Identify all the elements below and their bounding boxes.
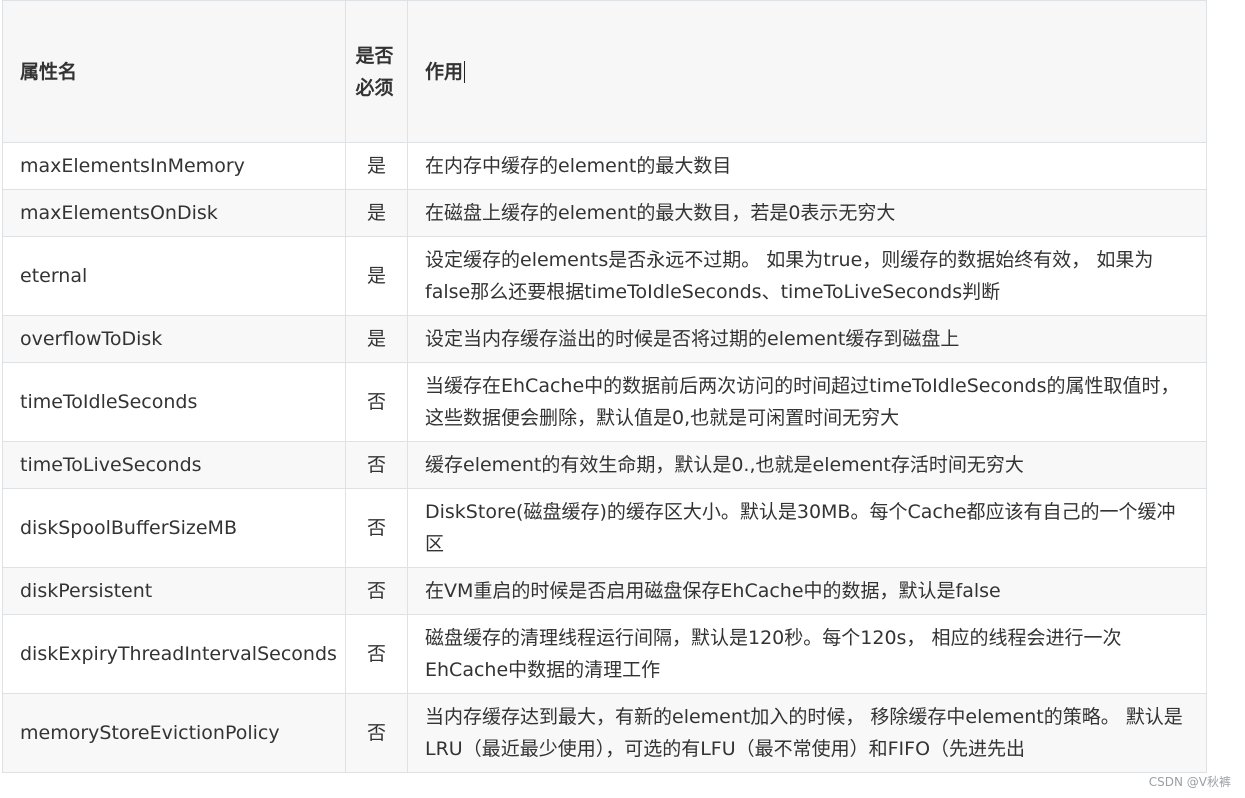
table-row: overflowToDisk 是设定当内存缓存溢出的时候是否将过期的element… [2,315,1207,363]
cell-required: 否 [345,488,408,568]
header-purpose-text: 作用 [425,60,464,83]
table-row: diskExpiryThreadIntervalSeconds 否磁盘缓存的清理线… [2,614,1207,694]
table-row: diskPersistent 否在VM重启的时候是否启用磁盘保存EhCache中的… [2,567,1207,615]
table-row: timeToLiveSeconds 否缓存element的有效生命期，默认是0.,… [2,441,1207,489]
cell-attribute-name: diskExpiryThreadIntervalSeconds [2,614,346,694]
cell-purpose: DiskStore(磁盘缓存)的缓存区大小。默认是30MB。每个Cache都应该… [407,488,1207,568]
cell-required: 否 [345,441,408,489]
cell-purpose: 设定当内存缓存溢出的时候是否将过期的element缓存到磁盘上 [407,315,1207,363]
cell-required: 是 [345,315,408,363]
cell-attribute-name: diskSpoolBufferSizeMB [2,488,346,568]
cell-attribute-name: memoryStoreEvictionPolicy [2,693,346,773]
cell-required: 是 [345,142,408,190]
cell-purpose: 在磁盘上缓存的element的最大数目，若是0表示无穷大 [407,189,1207,237]
header-required: 是否必须 [345,0,408,143]
cell-attribute-name: diskPersistent [2,567,346,615]
cell-purpose: 磁盘缓存的清理线程运行间隔，默认是120秒。每个120s， 相应的线程会进行一次… [407,614,1207,694]
cell-attribute-name: timeToIdleSeconds [2,362,346,442]
cell-required: 否 [345,567,408,615]
table-row: maxElementsOnDisk 是在磁盘上缓存的element的最大数目，若是… [2,189,1207,237]
cell-attribute-name: overflowToDisk [2,315,346,363]
watermark: CSDN @V秋裤 [1148,775,1231,789]
table-row: timeToIdleSeconds 否当缓存在EhCache中的数据前后两次访问的… [2,362,1207,442]
table-row: memoryStoreEvictionPolicy 否当内存缓存达到最大，有新的e… [2,693,1207,773]
table-body: maxElementsInMemory 是在内存中缓存的element的最大数目 m… [2,142,1207,773]
cell-purpose: 在VM重启的时候是否启用磁盘保存EhCache中的数据，默认是false [407,567,1207,615]
cell-required: 否 [345,693,408,773]
ehcache-attributes-table: 属性名 是否必须 作用 maxElementsInMemory 是在内存中缓存的e… [2,0,1207,773]
cell-required: 是 [345,236,408,316]
cell-attribute-name: maxElementsOnDisk [2,189,346,237]
table-row: eternal 是设定缓存的elements是否永远不过期。 如果为true，则缓… [2,236,1207,316]
text-cursor [464,61,466,83]
cell-required: 是 [345,189,408,237]
cell-purpose: 缓存element的有效生命期，默认是0.,也就是element存活时间无穷大 [407,441,1207,489]
cell-attribute-name: maxElementsInMemory [2,142,346,190]
table-row: maxElementsInMemory 是在内存中缓存的element的最大数目 [2,142,1207,190]
table-row: diskSpoolBufferSizeMB 否 DiskStore(磁盘缓存)的缓存… [2,488,1207,568]
cell-required: 否 [345,362,408,442]
cell-purpose: 在内存中缓存的element的最大数目 [407,142,1207,190]
header-attribute-name: 属性名 [2,0,346,143]
cell-attribute-name: timeToLiveSeconds [2,441,346,489]
cell-purpose: 设定缓存的elements是否永远不过期。 如果为true，则缓存的数据始终有效… [407,236,1207,316]
table-header-row: 属性名 是否必须 作用 [2,0,1207,143]
header-purpose: 作用 [407,0,1207,143]
cell-attribute-name: eternal [2,236,346,316]
cell-purpose: 当缓存在EhCache中的数据前后两次访问的时间超过timeToIdleSeco… [407,362,1207,442]
cell-required: 否 [345,614,408,694]
cell-purpose: 当内存缓存达到最大，有新的element加入的时候， 移除缓存中element的… [407,693,1207,773]
